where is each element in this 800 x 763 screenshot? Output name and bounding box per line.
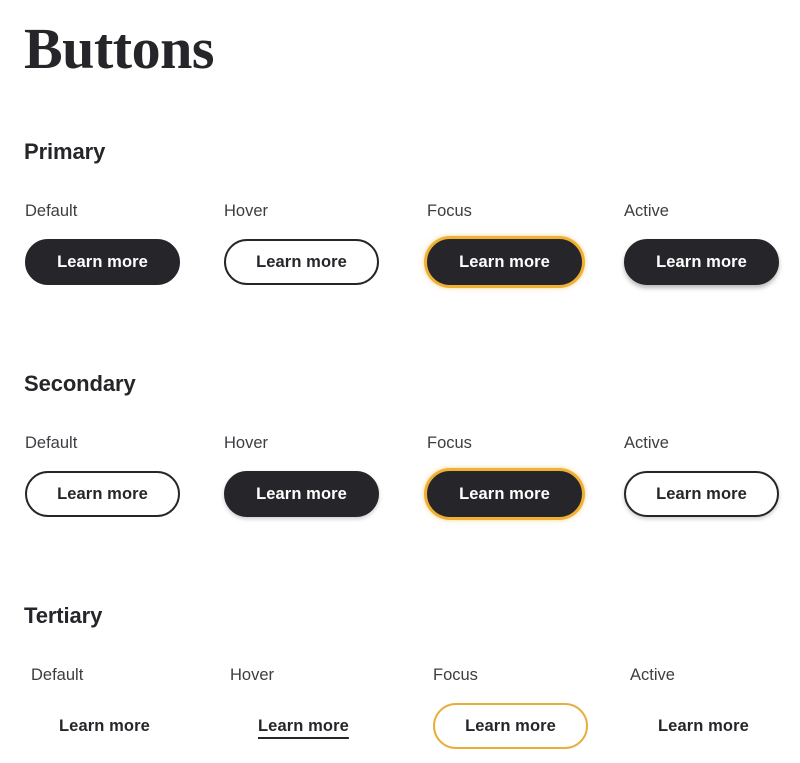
state-label-tertiary-hover: Hover	[230, 666, 275, 684]
state-label-primary-default: Default	[25, 202, 78, 220]
secondary-default-learn-more-button[interactable]: Learn more	[25, 471, 180, 517]
state-column-primary-focus: Focus Learn more	[402, 200, 599, 290]
state-label-tertiary-focus: Focus	[433, 666, 478, 684]
state-column-secondary-default: Default Learn more	[0, 432, 199, 522]
state-label-primary-hover: Hover	[224, 202, 269, 220]
state-column-primary-default: Default Learn more	[0, 200, 199, 290]
button-slot-tertiary-hover: Learn more	[230, 698, 402, 754]
state-column-tertiary-active: Active Learn more	[599, 664, 800, 754]
state-label-secondary-active: Active	[624, 434, 669, 452]
button-slot-secondary-hover: Learn more	[224, 466, 402, 522]
state-label-tertiary-default: Default	[31, 666, 84, 684]
section-heading-tertiary: Tertiary	[24, 603, 103, 628]
button-slot-secondary-focus: Learn more	[427, 466, 599, 522]
button-slot-primary-default: Learn more	[25, 234, 199, 290]
primary-active-learn-more-button[interactable]: Learn more	[624, 239, 779, 285]
state-label-secondary-focus: Focus	[427, 434, 472, 452]
tertiary-hover-learn-more-button[interactable]: Learn more	[230, 703, 377, 749]
button-slot-primary-active: Learn more	[624, 234, 800, 290]
state-label-primary-active: Active	[624, 202, 669, 220]
state-label-tertiary-active: Active	[630, 666, 675, 684]
button-slot-secondary-default: Learn more	[25, 466, 199, 522]
state-column-secondary-hover: Hover Learn more	[199, 432, 402, 522]
secondary-active-learn-more-button[interactable]: Learn more	[624, 471, 779, 517]
state-column-secondary-active: Active Learn more	[599, 432, 800, 522]
tertiary-active-learn-more-button[interactable]: Learn more	[630, 703, 777, 749]
states-row-tertiary: Default Learn more Hover Learn more Focu…	[0, 664, 800, 754]
button-slot-tertiary-active: Learn more	[630, 698, 800, 754]
button-slot-primary-hover: Learn more	[224, 234, 402, 290]
button-slot-secondary-active: Learn more	[624, 466, 800, 522]
page-title: Buttons	[24, 16, 214, 81]
state-column-tertiary-hover: Hover Learn more	[199, 664, 402, 754]
state-column-tertiary-default: Default Learn more	[0, 664, 199, 754]
section-heading-primary: Primary	[24, 139, 106, 164]
button-slot-tertiary-default: Learn more	[31, 698, 199, 754]
section-heading-secondary: Secondary	[24, 371, 136, 396]
state-label-primary-focus: Focus	[427, 202, 472, 220]
state-column-tertiary-focus: Focus Learn more	[402, 664, 599, 754]
secondary-focus-learn-more-button[interactable]: Learn more	[427, 471, 582, 517]
tertiary-default-learn-more-button[interactable]: Learn more	[31, 703, 178, 749]
primary-default-learn-more-button[interactable]: Learn more	[25, 239, 180, 285]
primary-hover-learn-more-button[interactable]: Learn more	[224, 239, 379, 285]
tertiary-focus-learn-more-button[interactable]: Learn more	[433, 703, 588, 749]
button-slot-primary-focus: Learn more	[427, 234, 599, 290]
state-column-primary-active: Active Learn more	[599, 200, 800, 290]
button-slot-tertiary-focus: Learn more	[433, 698, 599, 754]
secondary-hover-learn-more-button[interactable]: Learn more	[224, 471, 379, 517]
state-column-primary-hover: Hover Learn more	[199, 200, 402, 290]
states-row-secondary: Default Learn more Hover Learn more Focu…	[0, 432, 800, 522]
states-row-primary: Default Learn more Hover Learn more Focu…	[0, 200, 800, 290]
state-label-secondary-hover: Hover	[224, 434, 269, 452]
state-label-secondary-default: Default	[25, 434, 78, 452]
primary-focus-learn-more-button[interactable]: Learn more	[427, 239, 582, 285]
state-column-secondary-focus: Focus Learn more	[402, 432, 599, 522]
buttons-style-guide-page: Buttons Primary Default Learn more Hover…	[0, 0, 800, 763]
